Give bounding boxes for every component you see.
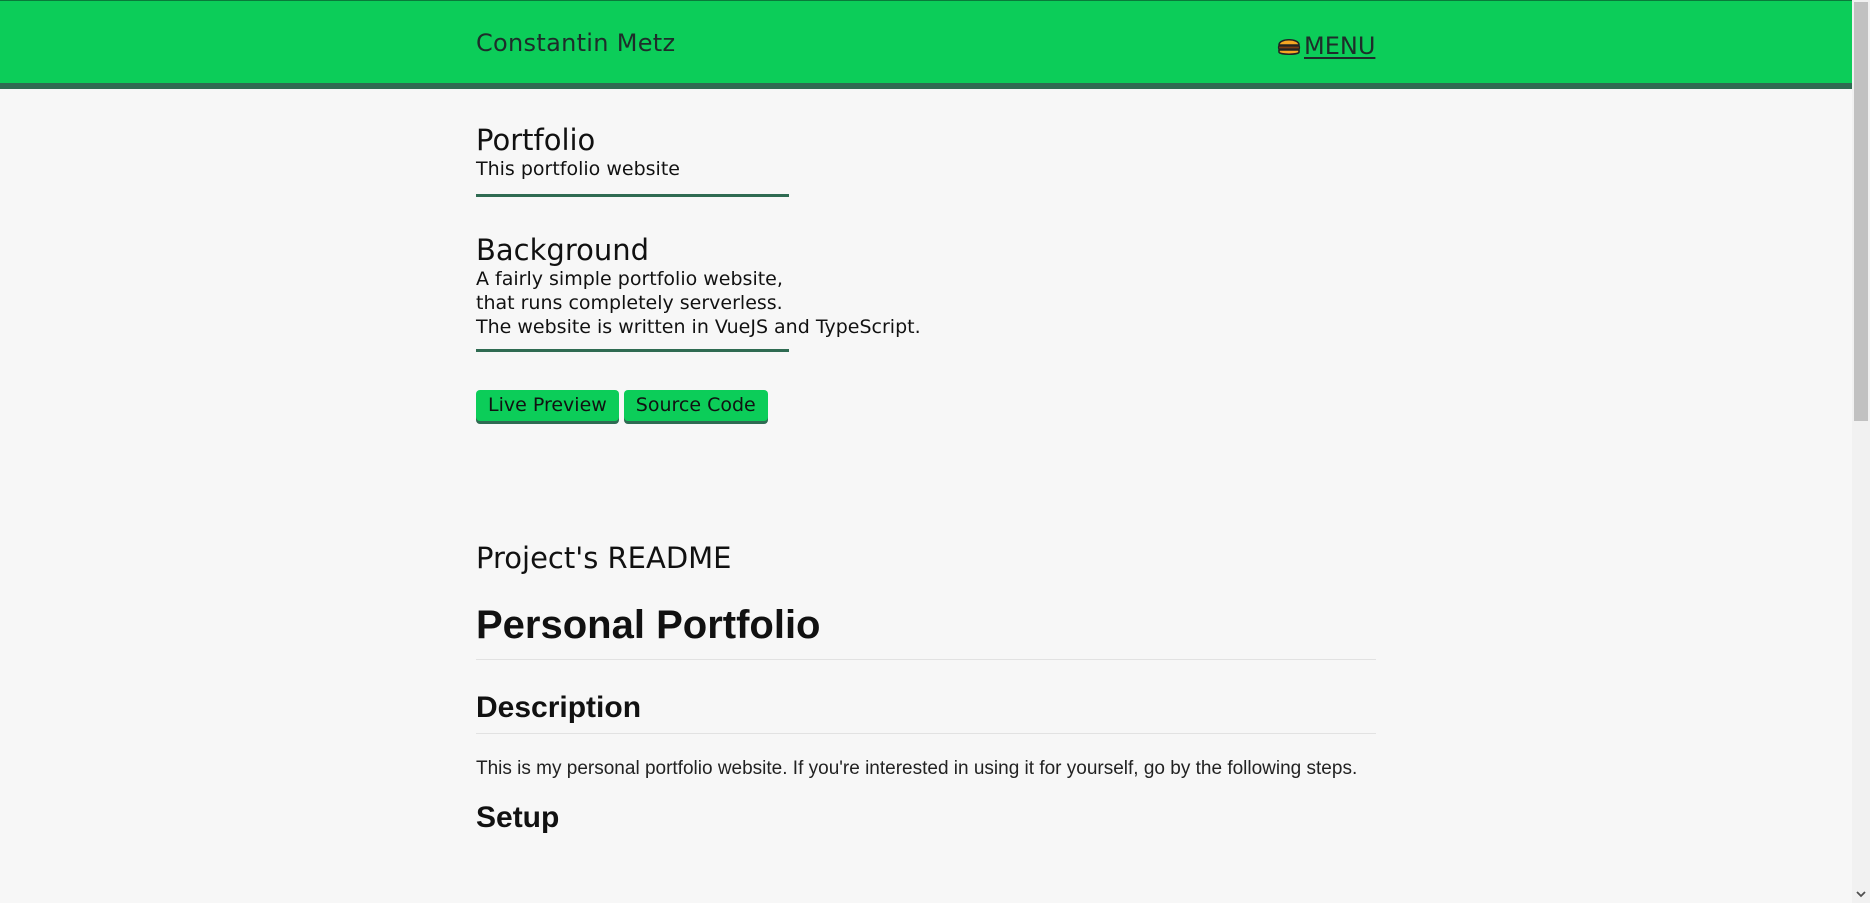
divider: [476, 348, 789, 352]
source-code-button[interactable]: Source Code: [623, 389, 768, 421]
burger-icon: [1277, 38, 1301, 56]
description-heading: Description: [476, 691, 1376, 734]
menu-button[interactable]: MENU: [1276, 32, 1375, 60]
readme-title: Project's README: [476, 540, 732, 575]
scrollbar[interactable]: [1852, 0, 1870, 903]
project-header: Portfolio This portfolio website: [476, 123, 1376, 197]
readme-section: Project's README Personal Portfolio Desc…: [476, 541, 1376, 843]
divider: [476, 193, 789, 197]
background-line: A fairly simple portfolio website,: [476, 267, 783, 290]
project-title: Portfolio: [476, 123, 596, 157]
main-content: Portfolio This portfolio website Backgro…: [476, 89, 1376, 843]
site-header: Constantin Metz MENU: [0, 0, 1852, 89]
menu-label: MENU: [1304, 32, 1376, 60]
page: Constantin Metz MENU Portfolio This port…: [0, 0, 1870, 903]
readme-h1: Personal Portfolio: [476, 603, 1376, 660]
background-heading: Background: [476, 232, 650, 267]
background-line: The website is written in VueJS and Type…: [476, 315, 921, 338]
description-text: This is my personal portfolio website. I…: [476, 757, 1358, 779]
project-buttons: Live Preview Source Code: [476, 389, 1376, 421]
setup-heading: Setup: [476, 800, 560, 834]
project-subtitle: This portfolio website: [476, 157, 680, 180]
background-line: that runs completely serverless.: [476, 291, 783, 314]
site-title[interactable]: Constantin Metz: [476, 29, 675, 57]
live-preview-button[interactable]: Live Preview: [476, 389, 619, 421]
scrollbar-thumb[interactable]: [1854, 2, 1868, 421]
scroll-down-arrow-icon[interactable]: [1852, 885, 1870, 903]
background-section: Background A fairly simple portfolio web…: [476, 232, 1376, 352]
